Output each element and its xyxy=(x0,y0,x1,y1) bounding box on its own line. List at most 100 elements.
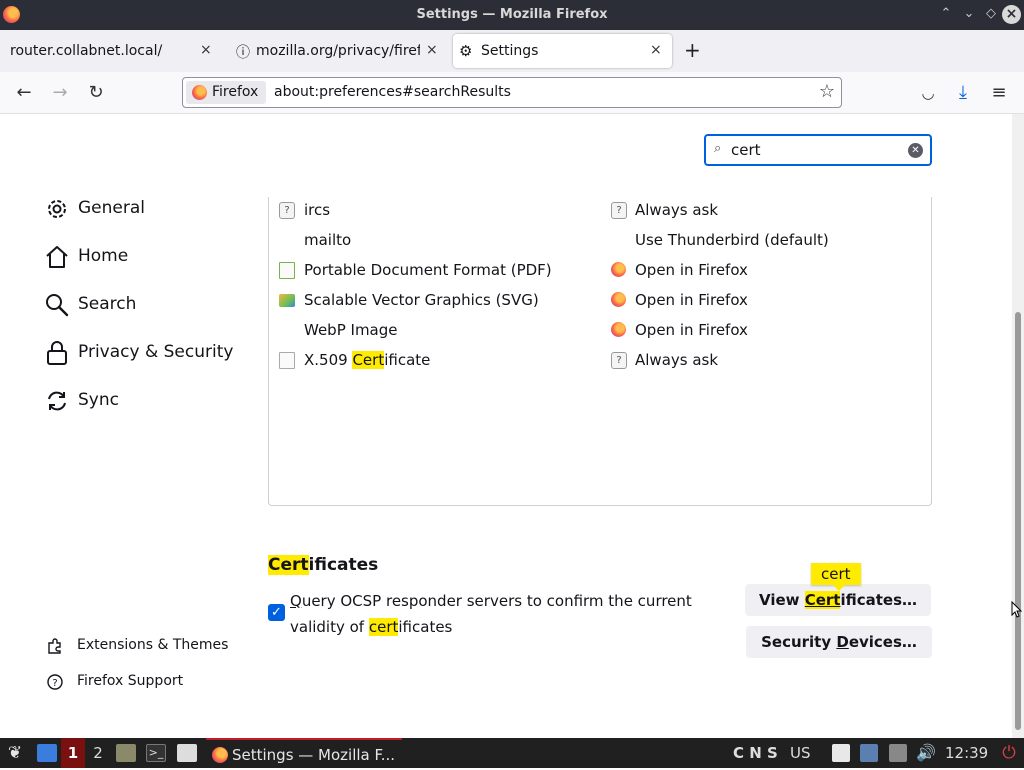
clear-search-icon[interactable]: ✕ xyxy=(908,143,923,158)
content-type-suffix: ificate xyxy=(384,351,431,369)
reload-button[interactable]: ↻ xyxy=(85,82,107,104)
pocket-icon[interactable]: ◡ xyxy=(917,82,939,104)
gear-icon: ⚙ xyxy=(459,42,473,60)
app-row-mailto[interactable]: mailto Use Thunderbird (default) xyxy=(269,227,929,257)
file-icon xyxy=(279,352,295,369)
accesskey-letter: D xyxy=(836,633,849,651)
network-icon[interactable] xyxy=(860,744,878,762)
search-match-highlight: Cert xyxy=(352,351,385,369)
close-window-button[interactable]: × xyxy=(1002,5,1021,24)
restore-icon[interactable]: ◇ xyxy=(982,5,1000,23)
lock-indicators: C N S xyxy=(733,744,778,762)
tab-label: router.collabnet.local/ xyxy=(10,43,163,59)
info-icon: ⓘ xyxy=(236,45,250,61)
category-label: Home xyxy=(78,246,129,266)
show-desktop-icon[interactable] xyxy=(37,744,57,762)
minimize-icon[interactable]: ⌄ xyxy=(960,5,978,23)
gear-icon xyxy=(48,200,66,218)
start-menu-icon[interactable]: ❦ xyxy=(4,738,26,768)
clock: 12:39 xyxy=(945,744,989,762)
puzzle-icon xyxy=(48,638,61,654)
firefox-icon xyxy=(192,85,207,100)
content-type: ircs xyxy=(304,201,331,219)
task-label: Settings — Mozilla F... xyxy=(232,746,396,764)
close-tab-icon[interactable]: × xyxy=(650,42,662,58)
search-match-highlight: Cert xyxy=(268,555,309,575)
security-devices-button[interactable]: Security Devices… xyxy=(746,626,932,658)
settings-search-box[interactable]: ⌕ ✕ xyxy=(704,134,932,166)
search-icon: ⌕ xyxy=(714,141,722,156)
tab-label: mozilla.org/privacy/firefo xyxy=(256,43,420,59)
forward-button[interactable]: → xyxy=(49,82,71,104)
file-manager-icon[interactable] xyxy=(116,744,136,762)
pdf-file-icon xyxy=(279,262,295,279)
ocsp-label[interactable]: Query OCSP responder servers to confirm … xyxy=(290,588,710,640)
action-label: Always ask xyxy=(635,201,719,219)
workspace-1[interactable]: 1 xyxy=(61,738,85,768)
firefox-icon xyxy=(611,292,626,307)
firefox-icon xyxy=(212,747,228,763)
content-type: Portable Document Format (PDF) xyxy=(304,261,552,279)
scrollbar-thumb[interactable] xyxy=(1015,312,1021,730)
action-label: Open in Firefox xyxy=(635,321,748,339)
tab-mozilla-privacy[interactable]: ⓘ mozilla.org/privacy/firefo × xyxy=(226,34,448,68)
window-title: Settings — Mozilla Firefox xyxy=(416,7,608,22)
taskbar-firefox-task[interactable]: Settings — Mozilla F... xyxy=(206,738,402,768)
terminal-icon[interactable]: >_ xyxy=(146,744,166,762)
question-icon: ? xyxy=(611,352,627,369)
ocsp-text-part: uery OCSP responder servers to confirm t… xyxy=(290,592,692,636)
app-row-x509-certificate[interactable]: X.509 Certificate ? Always ask xyxy=(269,347,929,377)
tab-router[interactable]: router.collabnet.local/ × xyxy=(0,34,222,68)
search-match-highlight: cert xyxy=(368,618,399,636)
battery-icon[interactable] xyxy=(889,744,907,762)
tab-label: Settings xyxy=(481,43,539,59)
settings-search-input[interactable] xyxy=(731,141,901,159)
question-icon: ? xyxy=(279,202,295,219)
clipboard-icon[interactable] xyxy=(832,744,850,762)
maximize-all-icon[interactable]: ⌃ xyxy=(937,5,955,23)
button-text: View xyxy=(758,591,805,609)
ocsp-checkbox[interactable]: ✓ xyxy=(268,604,285,621)
menu-icon[interactable]: ≡ xyxy=(988,82,1010,104)
svg-text:?: ? xyxy=(52,678,57,689)
keyboard-layout[interactable]: US xyxy=(790,738,811,768)
category-label: Search xyxy=(78,294,137,314)
bookmark-star-icon[interactable]: ☆ xyxy=(819,81,835,102)
close-tab-icon[interactable]: × xyxy=(200,42,212,58)
identity-label: Firefox xyxy=(212,84,259,100)
settings-content: ⌕ ✕ General Home Search Privacy & Securi… xyxy=(0,114,1012,738)
downloads-icon[interactable]: ⤓ xyxy=(952,82,974,104)
text-editor-icon[interactable] xyxy=(177,744,197,762)
close-tab-icon[interactable]: × xyxy=(426,42,438,58)
action-label: Always ask xyxy=(635,351,719,369)
url-text[interactable]: about:preferences#searchResults xyxy=(274,84,511,100)
app-row-pdf[interactable]: Portable Document Format (PDF) Open in F… xyxy=(269,257,929,287)
power-icon[interactable]: ⏻ xyxy=(998,738,1020,768)
app-row-svg[interactable]: Scalable Vector Graphics (SVG) Open in F… xyxy=(269,287,929,317)
sync-icon xyxy=(48,391,66,411)
action-label: Open in Firefox xyxy=(635,291,748,309)
tab-settings[interactable]: ⚙ Settings × xyxy=(453,34,672,68)
footer-link-label: Firefox Support xyxy=(77,673,184,689)
category-label: Privacy & Security xyxy=(78,342,234,362)
search-match-tooltip: cert xyxy=(811,563,861,591)
volume-icon[interactable]: 🔊 xyxy=(915,738,937,768)
url-bar[interactable]: Firefox about:preferences#searchResults … xyxy=(182,77,842,108)
mouse-pointer-icon xyxy=(1011,601,1022,618)
image-file-icon xyxy=(279,294,295,307)
button-text: evices… xyxy=(848,633,917,651)
help-icon: ? xyxy=(47,674,63,690)
workspace-2[interactable]: 2 xyxy=(88,738,108,768)
identity-box[interactable]: Firefox xyxy=(186,81,267,104)
footer-link-label: Extensions & Themes xyxy=(77,637,229,653)
app-row-webp[interactable]: WebP Image Open in Firefox xyxy=(269,317,929,347)
app-row-ircs[interactable]: ? ircs ? Always ask xyxy=(269,197,929,227)
back-button[interactable]: ← xyxy=(13,82,35,104)
content-type-prefix: X.509 xyxy=(304,351,353,369)
content-type: Scalable Vector Graphics (SVG) xyxy=(304,291,539,309)
firefox-icon xyxy=(611,262,626,277)
page-scrollbar[interactable] xyxy=(1012,114,1024,738)
applications-list[interactable]: ? ircs ? Always ask mailto Use Thunderbi… xyxy=(268,197,932,506)
new-tab-button[interactable]: + xyxy=(684,38,701,62)
search-icon xyxy=(46,294,69,317)
